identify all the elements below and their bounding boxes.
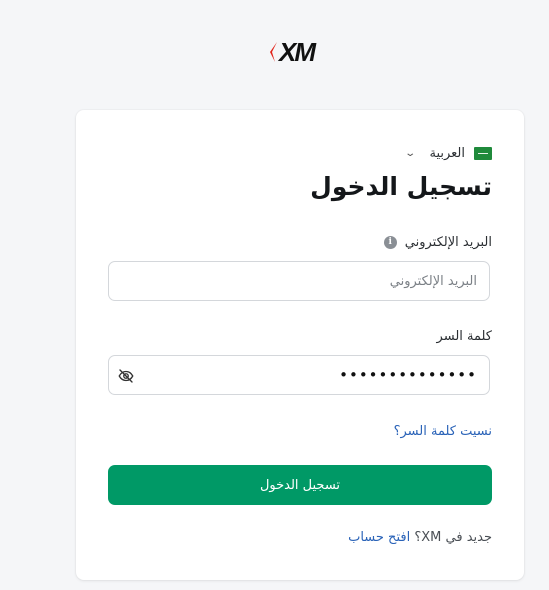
- login-button[interactable]: تسجيل الدخول: [108, 465, 492, 505]
- login-page: XM العربية ⌄ تسجيل الدخول البريد الإلكتر…: [0, 0, 549, 590]
- password-value: ••••••••••••••: [339, 366, 477, 384]
- eye-off-icon[interactable]: [117, 367, 135, 385]
- email-field[interactable]: [109, 262, 489, 300]
- open-account-link[interactable]: افتح حساب: [348, 530, 410, 545]
- signup-prompt: جديد في XM؟ افتح حساب: [348, 530, 492, 545]
- language-selector[interactable]: العربية ⌄: [404, 144, 492, 162]
- login-card: العربية ⌄ تسجيل الدخول البريد الإلكتروني…: [76, 110, 524, 580]
- password-label: كلمة السر: [436, 329, 492, 344]
- email-label: البريد الإلكتروني: [404, 235, 492, 250]
- saudi-arabia-flag-icon: [474, 146, 492, 160]
- signup-prompt-text: جديد في XM؟: [414, 530, 492, 545]
- forgot-password-link[interactable]: نسيت كلمة السر؟: [394, 424, 492, 439]
- xm-logo-mark-icon: [270, 42, 277, 62]
- password-label-row: كلمة السر: [437, 329, 492, 344]
- password-field[interactable]: ••••••••••••••: [108, 355, 490, 395]
- info-icon[interactable]: i: [383, 236, 397, 249]
- email-field-wrapper: [108, 261, 490, 301]
- page-title: تسجيل الدخول: [310, 172, 492, 201]
- xm-logo: XM: [268, 38, 332, 66]
- xm-logo-text: XM: [279, 37, 316, 67]
- language-label: العربية: [429, 145, 465, 161]
- email-label-row: البريد الإلكتروني i: [383, 235, 492, 250]
- chevron-down-icon: ⌄: [404, 147, 417, 159]
